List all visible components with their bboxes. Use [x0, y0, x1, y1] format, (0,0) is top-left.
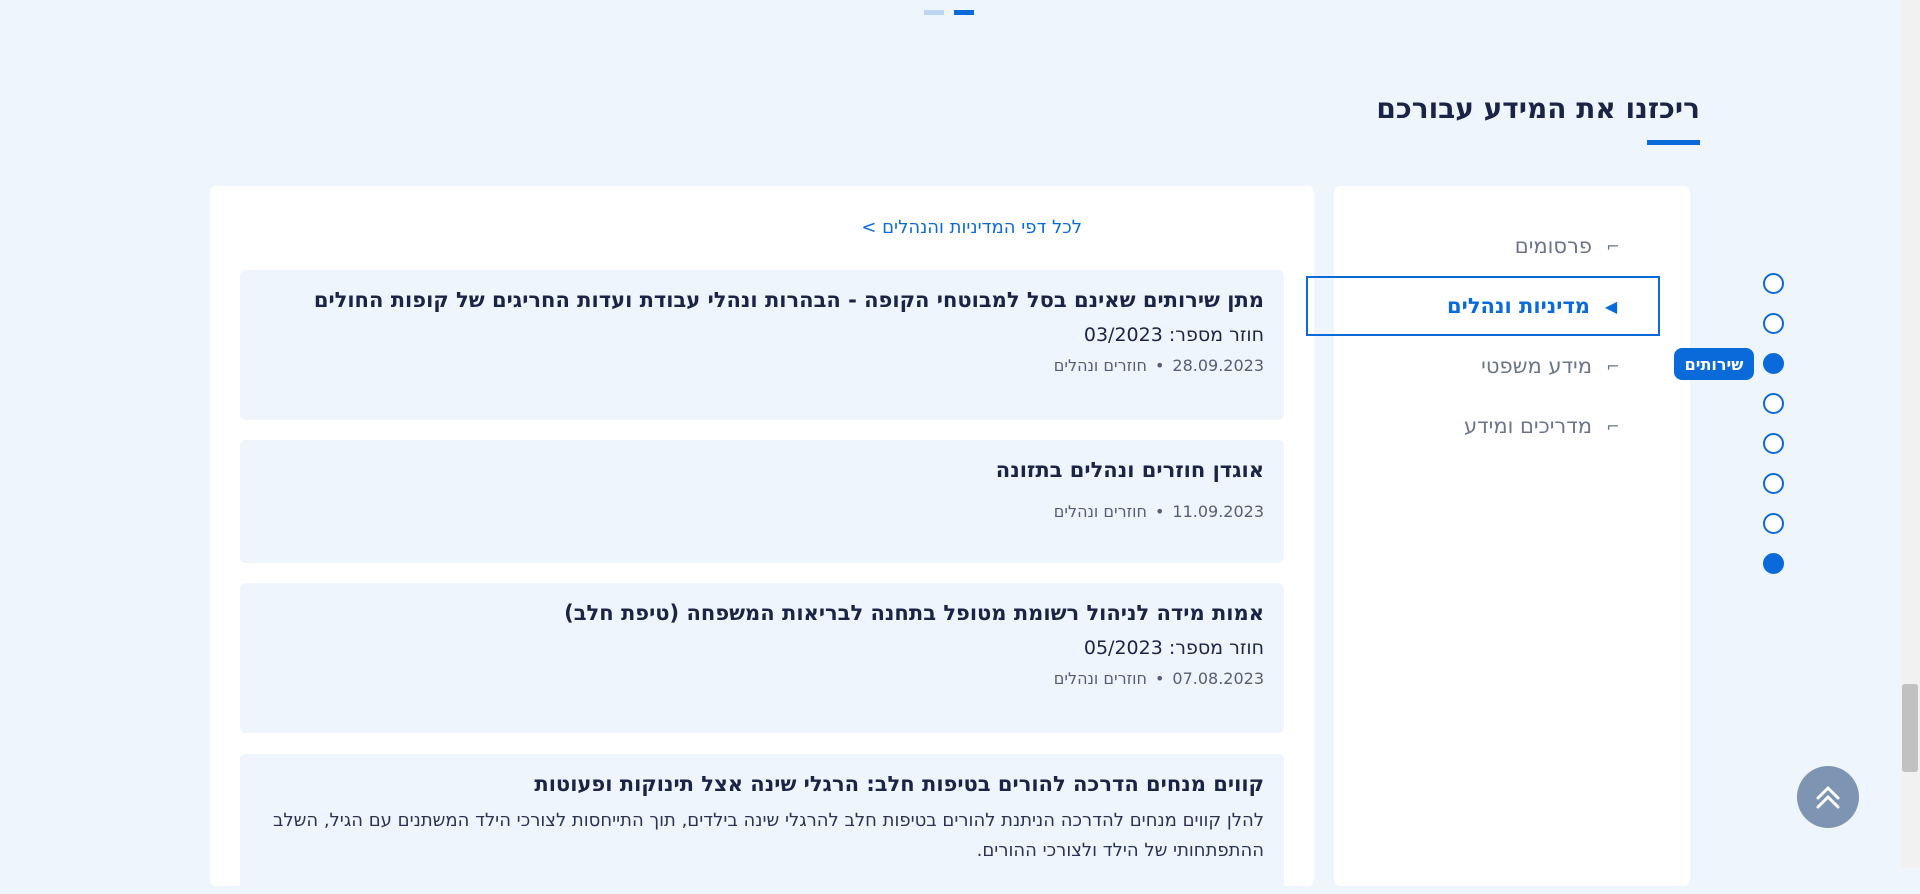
- list-item[interactable]: אמות מידה לניהול רשומת מטופל בתחנה לבריא…: [240, 583, 1284, 733]
- item-category: חוזרים ונהלים: [1053, 356, 1147, 375]
- list-item[interactable]: קווים מנחים הדרכה להורים בטיפות חלב: הרג…: [240, 754, 1284, 894]
- page-section-dot[interactable]: [1763, 513, 1784, 534]
- nav-item-guides[interactable]: ⌐ מדריכים ומידע: [1306, 396, 1660, 456]
- item-category: חוזרים ונהלים: [1053, 669, 1147, 688]
- corner-arrow-icon: ⌐: [1606, 356, 1620, 376]
- item-date: 07.08.2023: [1172, 669, 1264, 688]
- item-title[interactable]: קווים מנחים הדרכה להורים בטיפות חלב: הרג…: [260, 772, 1264, 796]
- corner-arrow-icon: ⌐: [1606, 416, 1620, 436]
- nav-item-legal[interactable]: ⌐ מידע משפטי: [1306, 336, 1660, 396]
- page-section-dot-active[interactable]: [1763, 353, 1784, 374]
- page-section-dot[interactable]: [1763, 433, 1784, 454]
- item-category: חוזרים ונהלים: [1053, 502, 1147, 521]
- page-section-dot[interactable]: [1763, 313, 1784, 334]
- item-meta: 28.09.2023•חוזרים ונהלים: [1053, 356, 1264, 375]
- double-chevron-up-icon: [1816, 786, 1840, 809]
- triangle-left-icon: ◀: [1604, 296, 1618, 316]
- list-item[interactable]: אוגדן חוזרים ונהלים בתזונה 11.09.2023•חו…: [240, 440, 1284, 563]
- item-number: חוזר מספר: 05/2023: [1083, 637, 1264, 659]
- carousel-dot[interactable]: [924, 10, 944, 15]
- page-section-dot[interactable]: [1763, 473, 1784, 494]
- item-date: 28.09.2023: [1172, 356, 1264, 375]
- item-date: 11.09.2023: [1172, 502, 1264, 521]
- scrollbar-thumb[interactable]: [1902, 684, 1918, 772]
- carousel-indicator: [924, 10, 974, 15]
- page-section-dot[interactable]: [1763, 553, 1784, 574]
- nav-item-label: מדיניות ונהלים: [1447, 294, 1590, 318]
- nav-item-label: מדריכים ומידע: [1464, 414, 1592, 438]
- page-section-dot[interactable]: [1763, 393, 1784, 414]
- item-title[interactable]: אמות מידה לניהול רשומת מטופל בתחנה לבריא…: [260, 601, 1264, 625]
- page-section-label: שירותים: [1674, 348, 1754, 380]
- list-item[interactable]: מתן שירותים שאינם בסל למבוטחי הקופה - הב…: [240, 270, 1284, 420]
- item-meta: 07.08.2023•חוזרים ונהלים: [1053, 669, 1264, 688]
- item-meta: 11.09.2023•חוזרים ונהלים: [1053, 502, 1264, 521]
- corner-arrow-icon: ⌐: [1606, 236, 1620, 256]
- item-description: להלן קווים מנחים להדרכה הניתנת להורים בט…: [272, 810, 1264, 861]
- nav-item-publications[interactable]: ⌐ פרסומים: [1306, 216, 1660, 276]
- nav-item-policies[interactable]: ◀ מדיניות ונהלים: [1306, 276, 1660, 336]
- page-section-dot[interactable]: [1763, 273, 1784, 294]
- scroll-to-top-button[interactable]: [1797, 766, 1859, 828]
- item-title[interactable]: מתן שירותים שאינם בסל למבוטחי הקופה - הב…: [260, 288, 1264, 312]
- carousel-dot-active[interactable]: [954, 10, 974, 15]
- section-title: ריכזנו את המידע עבורכם: [1376, 92, 1700, 125]
- item-title[interactable]: אוגדן חוזרים ונהלים בתזונה: [260, 458, 1264, 482]
- nav-item-label: מידע משפטי: [1481, 354, 1592, 378]
- nav-item-label: פרסומים: [1514, 234, 1592, 258]
- all-policies-link[interactable]: לכל דפי המדיניות והנהלים >: [861, 217, 1082, 238]
- item-number: חוזר מספר: 03/2023: [1083, 324, 1264, 346]
- title-underline: [1647, 140, 1700, 145]
